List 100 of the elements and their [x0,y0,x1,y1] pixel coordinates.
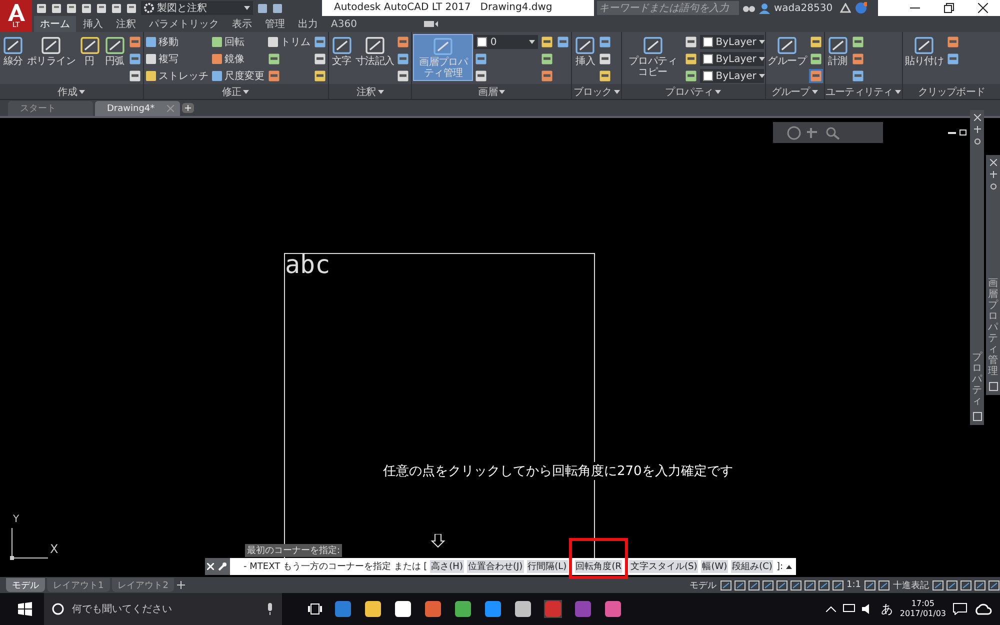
app-icon[interactable] [394,600,412,618]
ribbon-tab[interactable]: 出力 [292,16,324,32]
ribbon-tool-button[interactable]: 尺度変更 [210,69,265,83]
app-icon[interactable] [484,600,502,618]
document-tab[interactable]: Drawing4* [95,101,180,116]
panel-title[interactable]: 修正 [144,84,328,99]
command-option[interactable]: 幅(W) [701,560,728,573]
cloud-icon[interactable] [974,603,992,615]
ribbon-tool-button[interactable]: ストレッチ [144,69,209,83]
search-field[interactable]: キーワードまたは語句を入力 [597,1,739,15]
notification-icon[interactable] [953,603,967,615]
ribbon-tool-button[interactable]: 文字 [330,34,354,68]
tool-icon[interactable] [598,69,612,83]
user-name[interactable]: wada28530 [774,2,836,14]
wrench-icon[interactable] [218,562,228,571]
panel-title[interactable]: グループ [766,84,824,99]
annotation-scale-button[interactable]: 1:1 [846,580,862,590]
app-icon[interactable] [364,600,382,618]
ribbon-tool-button[interactable]: 回転 [210,35,265,49]
tool-icon[interactable] [540,35,554,49]
command-option[interactable]: 高さ(H) [430,560,464,573]
ribbon-tab[interactable]: パラメトリック [143,16,225,32]
windows-logo-icon[interactable] [18,602,32,616]
command-option[interactable]: 段組み(C) [731,560,774,573]
ribbon-tool-button[interactable]: 寸法記入 [354,34,396,68]
palette-strip[interactable]: プロパティ [970,110,984,425]
tool-icon[interactable] [946,35,960,49]
navigation-bar[interactable] [773,122,883,143]
ribbon-tool-button[interactable]: 鏡像 [210,52,265,66]
video-camera-icon[interactable] [424,20,438,28]
tool-icon[interactable] [684,69,698,83]
layout-tab[interactable]: レイアウト2 [112,578,174,592]
triangle-icon[interactable] [840,3,851,13]
ribbon-tool-button[interactable]: トリム [266,35,311,49]
tool-icon[interactable] [312,52,327,66]
ribbon-tab[interactable]: 注釈 [110,16,142,32]
command-option[interactable]: 行間隔(L) [526,560,568,573]
ribbon-tool-button[interactable]: 計測 [826,34,850,68]
scroll-up-icon[interactable] [786,564,792,568]
app-icon[interactable] [454,600,472,618]
ribbon-tool-button[interactable]: 線分 [1,34,25,68]
model-space-button[interactable]: モデル [688,578,718,592]
panel-title[interactable]: 画層 [412,84,572,99]
property-dropdown[interactable]: ByLayer [700,35,764,49]
ribbon-tool-button[interactable]: 複写 [144,52,209,66]
ribbon-tool-button[interactable]: 挿入 [573,34,598,68]
tool-icon[interactable] [850,35,865,49]
ribbon-tool-button[interactable]: グループ [766,34,808,68]
tool-icon[interactable] [312,35,327,49]
tool-icon[interactable] [850,52,865,66]
command-option[interactable]: 文字スタイル(S) [629,560,698,573]
tool-icon[interactable] [598,35,612,49]
restore-icon[interactable] [944,3,954,13]
close-icon[interactable] [978,3,988,13]
network-icon[interactable] [842,604,855,614]
tool-icon[interactable] [128,69,142,83]
panel-title[interactable]: クリップボード [902,84,1000,99]
command-option[interactable]: 位置合わせ(J) [466,560,524,573]
tool-icon[interactable] [808,52,823,66]
tool-icon[interactable] [850,69,865,83]
ribbon-tab[interactable]: A360 [325,16,363,32]
app-icon[interactable] [514,600,532,618]
ribbon-tool-button[interactable]: 移動 [144,35,209,49]
task-view-icon[interactable] [308,603,322,615]
layout-tab[interactable]: レイアウト1 [47,578,110,592]
tool-icon[interactable] [556,35,570,49]
tool-icon[interactable] [540,52,554,66]
clock-time[interactable]: 17:05 [911,599,934,609]
tool-icon[interactable] [396,35,410,49]
tool-icon[interactable] [540,69,554,83]
command-line-field[interactable]: - MTEXT もう一方のコーナーを指定 または [ 高さ(H) 位置合わせ(J) 行間隔(L) 回転角度(R 文字スタイル(S) 幅(W) 段組み(C) ]: [230,558,796,575]
ribbon-tool-button[interactable]: 円 [78,34,102,68]
chevron-up-icon[interactable] [826,606,836,612]
restore-icon[interactable] [959,128,967,136]
tool-icon[interactable] [128,52,142,66]
ribbon-tab[interactable]: 管理 [259,16,291,32]
ribbon-tool-button[interactable]: 貼り付け [904,34,945,68]
tool-icon[interactable] [684,35,698,49]
property-dropdown[interactable]: ByLayer [700,69,764,83]
tool-icon[interactable] [266,52,281,66]
palette-strip[interactable]: 画層プロパティ管理 [986,155,1000,395]
ribbon-tool-button[interactable]: ポリライン [26,34,77,68]
binoculars-icon[interactable] [743,3,755,13]
layout-tab[interactable]: モデル [6,578,45,592]
ribbon-tool-button[interactable]: プロパティコピー [622,34,683,79]
tool-icon[interactable] [312,69,327,83]
tool-icon[interactable] [946,52,960,66]
tool-icon[interactable] [266,69,281,83]
units-button[interactable]: 十進表記 [892,578,930,592]
ribbon-tab[interactable]: ホーム [34,16,76,32]
tool-icon[interactable] [598,52,612,66]
tool-icon[interactable] [808,69,823,83]
tool-icon[interactable] [396,69,410,83]
taskbar-search-field[interactable]: 何でも聞いてください [44,593,282,625]
panel-title[interactable]: プロパティ [622,84,765,99]
tool-icon[interactable] [474,52,488,66]
tool-icon[interactable] [808,35,823,49]
tool-icon[interactable] [684,52,698,66]
tool-icon[interactable] [396,52,410,66]
tool-icon[interactable] [474,69,488,83]
